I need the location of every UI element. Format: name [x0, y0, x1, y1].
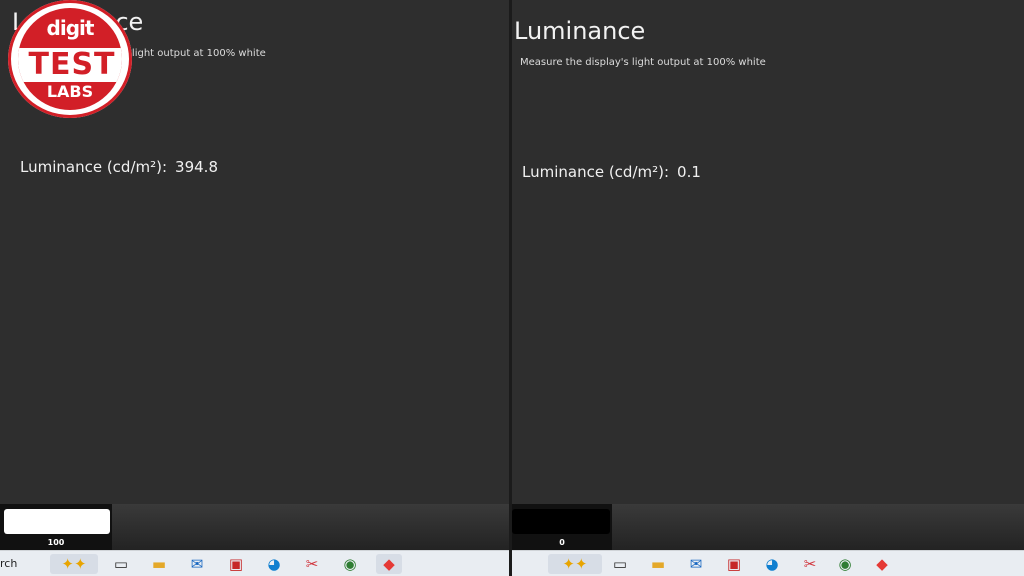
- edge-icon[interactable]: ◕: [264, 554, 284, 574]
- task-view-icon[interactable]: ▭: [610, 554, 630, 574]
- taskbar: rch ✦✦ ▭ ▬ ✉ ▣ ◕ ✂ ◉ ◆: [0, 550, 509, 576]
- snipping-tool-icon[interactable]: ✂: [800, 554, 820, 574]
- page-subtitle: Measure the display's light output at 10…: [520, 57, 766, 68]
- pattern-selector[interactable]: 100: [0, 504, 112, 550]
- readout-value: 0.1: [677, 163, 701, 181]
- readout-value: 394.8: [175, 158, 218, 176]
- page-title: Luminance: [514, 17, 646, 45]
- swatch-value: 0: [559, 538, 565, 547]
- pattern-selector[interactable]: 0: [512, 504, 612, 550]
- calibration-app-icon[interactable]: ◆: [872, 554, 892, 574]
- gift-app-icon[interactable]: ▣: [724, 554, 744, 574]
- gift-app-icon[interactable]: ▣: [226, 554, 246, 574]
- luminance-readout: Luminance (cd/m²): 0.1: [522, 163, 701, 181]
- taskbar: ✦✦ ▭ ▬ ✉ ▣ ◕ ✂ ◉ ◆: [512, 550, 1024, 576]
- luminance-readout: Luminance (cd/m²): 394.8: [20, 158, 218, 176]
- outlook-icon[interactable]: ✉: [686, 554, 706, 574]
- left-screen-panel: Luminance Measure the display's light ou…: [0, 0, 509, 576]
- edge-icon[interactable]: ◕: [762, 554, 782, 574]
- file-explorer-icon[interactable]: ▬: [149, 554, 169, 574]
- black-swatch[interactable]: [512, 509, 610, 534]
- search-box[interactable]: rch: [0, 557, 17, 570]
- task-view-icon[interactable]: ▭: [111, 554, 131, 574]
- chrome-icon[interactable]: ◉: [835, 554, 855, 574]
- file-explorer-icon[interactable]: ▬: [648, 554, 668, 574]
- swatch-value: 100: [47, 538, 65, 547]
- copilot-sparkle-icon[interactable]: ✦✦: [50, 554, 98, 574]
- readout-label: Luminance (cd/m²):: [20, 158, 168, 176]
- copilot-sparkle-icon[interactable]: ✦✦: [548, 554, 602, 574]
- readout-label: Luminance (cd/m²):: [522, 163, 670, 181]
- white-swatch[interactable]: [4, 509, 110, 534]
- right-screen-panel: Luminance Measure the display's light ou…: [512, 0, 1024, 576]
- snipping-tool-icon[interactable]: ✂: [302, 554, 322, 574]
- outlook-icon[interactable]: ✉: [187, 554, 207, 574]
- digit-test-labs-logo: digit TEST LABS: [8, 0, 132, 118]
- chrome-icon[interactable]: ◉: [340, 554, 360, 574]
- calibration-app-icon[interactable]: ◆: [376, 554, 402, 574]
